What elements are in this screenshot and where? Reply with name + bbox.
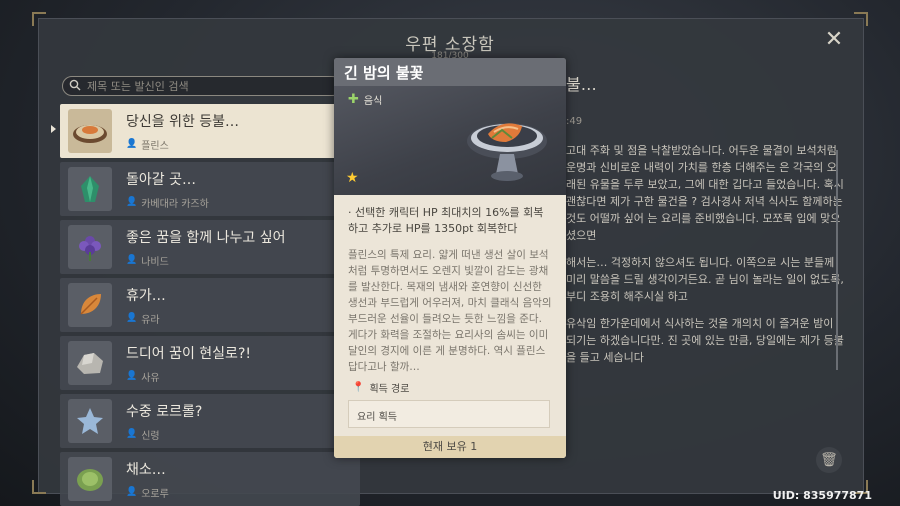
acquire-source[interactable]: 요리 획득	[348, 400, 550, 428]
uid-label: UID: 835977871	[772, 489, 872, 502]
mail-item[interactable]: 드디어 꿈이 현실로?! 👤 사유	[60, 336, 360, 390]
flower-icon	[68, 225, 112, 269]
mail-sender: 사유	[141, 372, 160, 384]
leaf-icon	[68, 283, 112, 327]
mail-sender: 오로루	[141, 488, 169, 500]
acquire-label: 획득 경로	[369, 384, 410, 395]
frame-corner	[32, 12, 46, 26]
search-bar[interactable]	[62, 76, 342, 96]
mail-title: 채소…	[126, 461, 166, 478]
mail-sender: 카베대라 카즈하	[141, 198, 209, 210]
person-icon: 👤	[126, 139, 138, 149]
owned-count: 현재 보유 1	[334, 436, 566, 458]
trash-icon[interactable]: 🗑	[816, 447, 842, 473]
person-icon: 👤	[126, 371, 138, 381]
mail-item[interactable]: 좋은 꿈을 함께 나누고 싶어 👤 나비드	[60, 220, 360, 274]
location-pin-icon: 📍	[352, 382, 365, 393]
mail-item[interactable]: 돌아갈 곳… 👤 카베대라 카즈하	[60, 162, 360, 216]
person-icon: 👤	[126, 255, 138, 265]
crystal-icon	[68, 167, 112, 211]
mail-sender: 나비드	[141, 256, 169, 268]
food-category-icon: ✚	[348, 92, 359, 107]
selected-indicator	[51, 125, 56, 133]
item-detail-card: 긴 밤의 불꽃 ✚ 음식 ★ · 선택한 캐릭터 HP 최대치의 16%를 회복…	[334, 58, 566, 458]
item-name: 긴 밤의 불꽃	[334, 58, 566, 86]
content-scrollbar[interactable]	[836, 150, 838, 370]
cabbage-icon	[68, 457, 112, 501]
person-icon: 👤	[126, 429, 138, 439]
item-type: ✚ 음식	[348, 92, 382, 107]
dish-image	[467, 123, 547, 181]
ore-icon	[68, 341, 112, 385]
mail-content-time: :49	[566, 116, 583, 127]
mail-sender: 유라	[141, 314, 160, 326]
mail-sender: 신령	[141, 430, 160, 442]
food-icon	[68, 109, 112, 153]
search-icon	[69, 79, 83, 93]
mail-item[interactable]: 휴가… 👤 유라	[60, 278, 360, 332]
mail-title: 좋은 꿈을 함께 나누고 싶어	[126, 229, 286, 246]
mail-title: 드디어 꿈이 현실로?!	[126, 345, 251, 362]
mail-content-title: 불…	[566, 75, 597, 94]
mail-paragraph: 유삭임 한가운데에서 식사하는 것을 개의치 이 즐겨운 밤이 되기는 하겠습니…	[566, 317, 844, 364]
person-icon: 👤	[126, 197, 138, 207]
person-icon: 👤	[126, 487, 138, 497]
mail-title: 휴가…	[126, 287, 166, 304]
mail-title: 당신을 위한 등불…	[126, 113, 240, 130]
search-input[interactable]	[87, 79, 337, 93]
mail-paragraph: 고대 주화 및 점을 낙찰받았습니다. 어두운 물결이 보석처럼 운명과 신비로…	[566, 144, 844, 242]
person-icon: 👤	[126, 313, 138, 323]
mail-title: 돌아갈 곳…	[126, 171, 196, 188]
mail-item[interactable]: 수중 로르롤? 👤 신령	[60, 394, 360, 448]
mail-item[interactable]: 당신을 위한 등불… 👤 플린스	[51, 104, 360, 158]
item-description: 플린스의 특제 요리. 얇게 떠낸 생선 살이 보석처럼 투명하면서도 오렌지 …	[348, 249, 552, 373]
mail-content: 불… :49 고대 주화 및 점을 낙찰받았습니다. 어두운 물결이 보석처럼 …	[566, 76, 846, 376]
rarity-star-icon: ★	[346, 170, 359, 186]
star-icon	[68, 399, 112, 443]
mail-paragraph: 해서는… 걱정하지 않으셔도 됩니다. 이쪽으로 시는 분들께 미리 말씀을 드…	[566, 256, 844, 303]
card-header: 긴 밤의 불꽃 ✚ 음식 ★	[334, 58, 566, 195]
item-type-label: 음식	[363, 96, 383, 107]
frame-corner	[854, 12, 868, 26]
mail-item[interactable]: 채소… 👤 오로루	[60, 452, 360, 506]
item-effect: · 선택한 캐릭터 HP 최대치의 16%를 회복하고 추가로 HP를 1350…	[348, 206, 544, 235]
mail-list: 당신을 위한 등불… 👤 플린스 돌아갈 곳… 👤 카베대라 카즈하 좋은 꿈을 함…	[51, 104, 360, 506]
close-icon[interactable]: ✕	[823, 29, 845, 51]
mail-sender: 플린스	[141, 140, 169, 152]
mail-title: 수중 로르롤?	[126, 403, 203, 420]
frame-corner	[32, 480, 46, 494]
acquire-header: 📍 획득 경로	[352, 380, 409, 395]
